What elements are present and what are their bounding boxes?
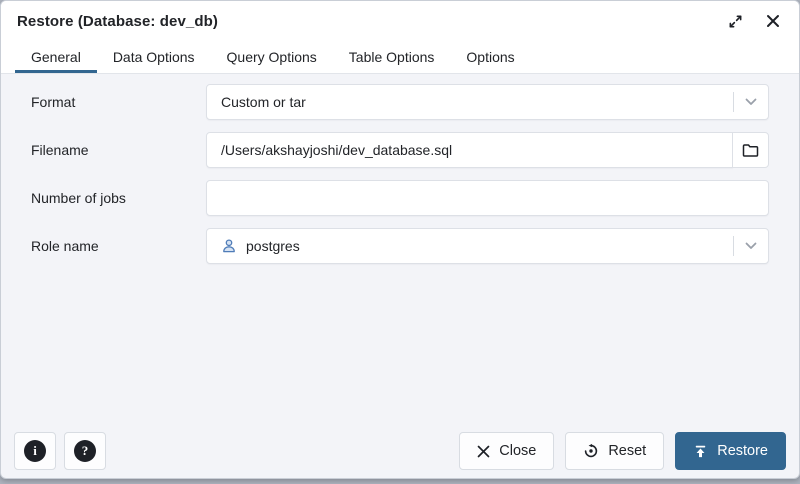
- folder-icon: [742, 143, 759, 158]
- help-button[interactable]: ?: [64, 432, 106, 470]
- close-dialog-button[interactable]: Close: [459, 432, 554, 470]
- info-icon: i: [24, 440, 46, 462]
- tab-options[interactable]: Options: [450, 41, 530, 73]
- tab-bar: General Data Options Query Options Table…: [1, 41, 799, 74]
- tab-data-options[interactable]: Data Options: [97, 41, 211, 73]
- general-tab-panel: Format Custom or tar Filename: [1, 74, 799, 432]
- format-select[interactable]: Custom or tar: [206, 84, 769, 120]
- reset-icon: [583, 443, 599, 459]
- tab-general[interactable]: General: [15, 41, 97, 73]
- help-icon: ?: [74, 440, 96, 462]
- format-label: Format: [31, 94, 206, 110]
- restore-button-label: Restore: [717, 443, 768, 459]
- filename-label: Filename: [31, 142, 206, 158]
- expand-icon: [728, 14, 743, 29]
- dialog-titlebar: Restore (Database: dev_db): [1, 1, 799, 41]
- expand-button[interactable]: [725, 11, 745, 31]
- reset-button-label: Reset: [608, 443, 646, 459]
- role-name-row: Role name postgres: [31, 228, 769, 264]
- chevron-down-icon: [734, 242, 768, 250]
- number-of-jobs-label: Number of jobs: [31, 190, 206, 206]
- tab-table-options[interactable]: Table Options: [333, 41, 451, 73]
- chevron-down-icon: [734, 98, 768, 106]
- format-value: Custom or tar: [207, 94, 306, 110]
- dialog-footer: i ? Close Reset: [1, 432, 799, 478]
- filename-input[interactable]: [206, 132, 733, 168]
- close-button-label: Close: [499, 443, 536, 459]
- reset-button[interactable]: Reset: [565, 432, 664, 470]
- number-of-jobs-input[interactable]: [206, 180, 769, 216]
- filename-row: Filename: [31, 132, 769, 168]
- restore-dialog: Restore (Database: dev_db) Ge: [0, 0, 800, 479]
- dialog-title: Restore (Database: dev_db): [17, 13, 218, 30]
- number-of-jobs-row: Number of jobs: [31, 180, 769, 216]
- format-row: Format Custom or tar: [31, 84, 769, 120]
- close-x-icon: [477, 445, 490, 458]
- close-icon: [766, 14, 780, 28]
- user-icon: [221, 238, 237, 254]
- role-name-label: Role name: [31, 238, 206, 254]
- role-name-value: postgres: [246, 238, 300, 254]
- browse-file-button[interactable]: [732, 132, 769, 168]
- sql-info-button[interactable]: i: [14, 432, 56, 470]
- role-name-select[interactable]: postgres: [206, 228, 769, 264]
- restore-button[interactable]: Restore: [675, 432, 786, 470]
- tab-query-options[interactable]: Query Options: [211, 41, 333, 73]
- restore-upload-icon: [693, 444, 708, 459]
- close-button[interactable]: [763, 11, 783, 31]
